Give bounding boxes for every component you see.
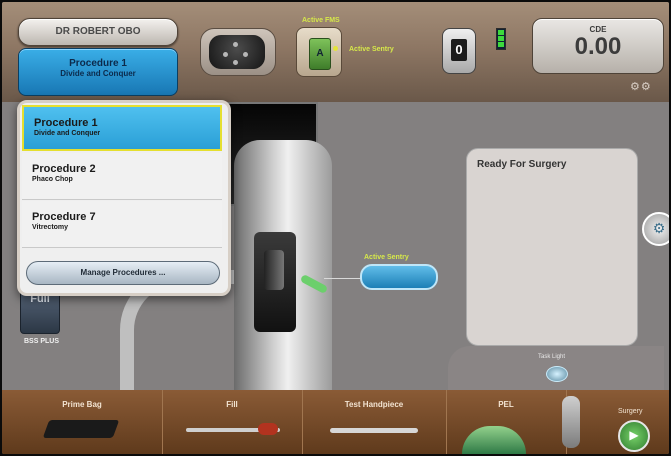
active-procedure-subtitle: Divide and Conquer bbox=[60, 69, 136, 78]
bottom-toolbar: Prime Bag Fill Test Handpiece PEL Surger… bbox=[2, 390, 669, 454]
prime-bag-icon bbox=[42, 420, 120, 438]
active-procedure-button[interactable]: Procedure 1 Divide and Conquer bbox=[18, 48, 178, 96]
settings-gears-icon[interactable]: ⚙⚙ bbox=[630, 80, 652, 93]
procedure-item-subtitle: Phaco Chop bbox=[32, 176, 73, 183]
status-panel: Ready For Surgery bbox=[466, 148, 638, 346]
test-handpiece-button[interactable]: Test Handpiece bbox=[302, 390, 447, 454]
footpedal-icon[interactable]: 0 bbox=[442, 28, 476, 74]
cassette-window bbox=[264, 250, 284, 290]
pel-button[interactable]: PEL bbox=[446, 390, 580, 454]
procedure-item-subtitle: Divide and Conquer bbox=[34, 130, 101, 137]
procedure-item-title: Procedure 2 bbox=[32, 163, 96, 175]
surgery-label: Surgery bbox=[618, 408, 643, 415]
remote-dot bbox=[233, 42, 238, 47]
prime-bag-button[interactable]: Prime Bag bbox=[2, 390, 163, 454]
procedure-popup: Procedure 1 Divide and Conquer Procedure… bbox=[17, 100, 231, 296]
remote-dot bbox=[243, 52, 248, 57]
pel-icon bbox=[462, 426, 526, 454]
handpiece-icon bbox=[330, 428, 418, 433]
active-sentry-button[interactable] bbox=[360, 264, 438, 290]
footpedal-position: 0 bbox=[451, 39, 467, 61]
fill-bulb-icon bbox=[258, 423, 278, 435]
bss-label: BSS PLUS bbox=[24, 338, 60, 345]
pel-tool-icon bbox=[562, 396, 580, 448]
procedure-item-2[interactable]: Procedure 2 Phaco Chop bbox=[22, 153, 222, 200]
fill-button[interactable]: Fill bbox=[162, 390, 303, 454]
cassette-slot bbox=[254, 232, 296, 332]
remote-control-icon[interactable] bbox=[200, 28, 276, 76]
procedure-item-title: Procedure 1 bbox=[34, 117, 98, 129]
battery-icon bbox=[496, 28, 506, 50]
top-bar: DR ROBERT OBO Procedure 1 Divide and Con… bbox=[2, 2, 669, 102]
procedure-item-subtitle: Vitrectomy bbox=[32, 224, 69, 231]
fms-cassette-button[interactable]: A bbox=[296, 27, 342, 77]
remote-dot bbox=[223, 52, 228, 57]
procedure-item-1[interactable]: Procedure 1 Divide and Conquer bbox=[22, 105, 222, 151]
tasklight-button[interactable] bbox=[546, 366, 568, 382]
active-sentry-label: Active Sentry bbox=[349, 46, 394, 53]
sentry-main-label: Active Sentry bbox=[364, 254, 409, 261]
connector-line bbox=[324, 278, 364, 279]
cde-display: CDE 0.00 bbox=[532, 18, 664, 74]
tasklight-label: Task Light bbox=[538, 354, 566, 360]
cde-value: 0.00 bbox=[574, 33, 622, 60]
remote-dot bbox=[233, 60, 238, 65]
gear-icon[interactable]: ⚙ bbox=[642, 212, 669, 246]
active-fms-label: Active FMS bbox=[302, 17, 340, 24]
app-frame: DR ROBERT OBO Procedure 1 Divide and Con… bbox=[2, 2, 669, 454]
fill-label: Fill bbox=[226, 400, 238, 409]
battery-segment bbox=[498, 36, 504, 41]
play-icon[interactable]: ▶ bbox=[618, 420, 650, 452]
prime-bag-label: Prime Bag bbox=[62, 400, 102, 409]
fms-cassette-icon: A bbox=[309, 38, 331, 70]
active-procedure-title: Procedure 1 bbox=[69, 58, 127, 69]
battery-segment bbox=[498, 42, 504, 47]
procedure-item-3[interactable]: Procedure 7 Vitrectomy bbox=[22, 201, 222, 248]
test-handpiece-label: Test Handpiece bbox=[344, 400, 404, 409]
fms-status-led bbox=[333, 46, 338, 51]
battery-segment bbox=[498, 30, 504, 35]
remote-device bbox=[209, 35, 265, 69]
status-title: Ready For Surgery bbox=[477, 159, 567, 170]
pel-label: PEL bbox=[498, 400, 514, 409]
manage-procedures-button[interactable]: Manage Procedures ... bbox=[26, 261, 220, 285]
surgeon-button[interactable]: DR ROBERT OBO bbox=[18, 18, 178, 46]
procedure-item-title: Procedure 7 bbox=[32, 211, 96, 223]
tasklight-panel: Task Light bbox=[448, 346, 664, 390]
